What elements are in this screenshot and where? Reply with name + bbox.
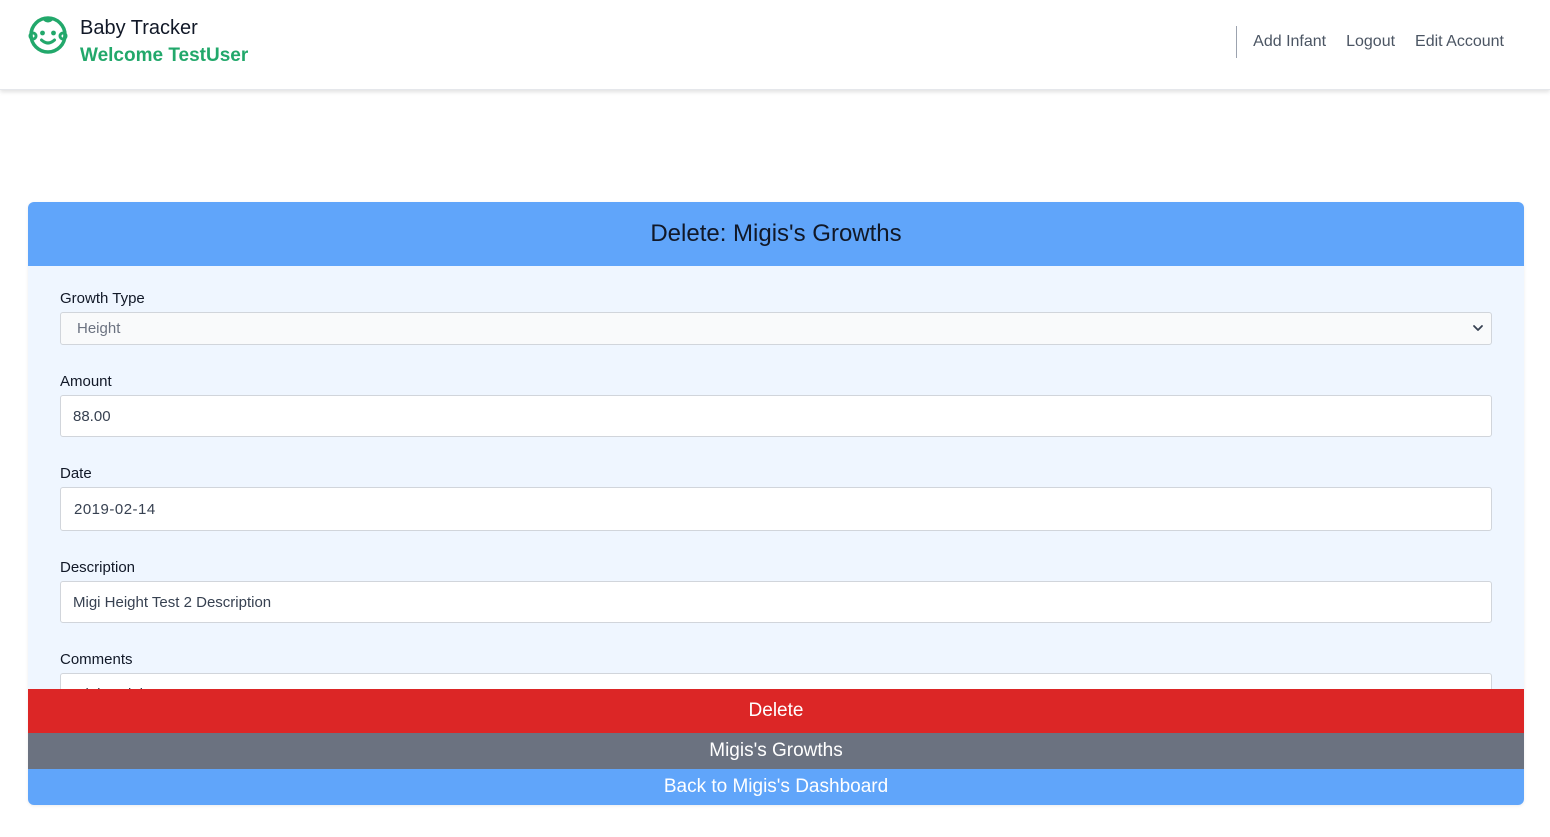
app-title: Baby Tracker bbox=[80, 17, 198, 39]
card-header: Delete: Migis's Growths bbox=[28, 202, 1524, 266]
delete-button[interactable]: Delete bbox=[28, 689, 1524, 733]
growth-type-select[interactable]: Height bbox=[60, 312, 1492, 345]
growth-type-field: Growth Type Height bbox=[60, 290, 1492, 345]
comments-label: Comments bbox=[60, 651, 133, 668]
delete-growth-card: Delete: Migis's Growths Growth Type Heig… bbox=[28, 202, 1524, 805]
growth-type-label: Growth Type bbox=[60, 290, 145, 307]
welcome-text: Welcome TestUser bbox=[80, 45, 249, 66]
page-title: Delete: Migis's Growths bbox=[650, 220, 902, 247]
nav-edit-account[interactable]: Edit Account bbox=[1415, 33, 1504, 51]
date-input[interactable]: 2019-02-14 bbox=[60, 487, 1492, 531]
growth-type-value: Height bbox=[60, 312, 1492, 345]
date-label: Date bbox=[60, 465, 92, 482]
date-field: Date 2019-02-14 bbox=[60, 465, 1492, 531]
description-label: Description bbox=[60, 559, 136, 576]
brand[interactable]: Baby Tracker Welcome TestUser bbox=[27, 14, 248, 70]
amount-field: Amount 88.00 bbox=[60, 373, 1492, 437]
top-header: Baby Tracker Welcome TestUser Add Infant… bbox=[0, 0, 1550, 90]
top-nav: Add Infant Logout Edit Account bbox=[1236, 26, 1504, 58]
nav-add-infant[interactable]: Add Infant bbox=[1253, 33, 1326, 51]
back-to-dashboard-button[interactable]: Back to Migis's Dashboard bbox=[28, 769, 1524, 805]
growth-form: Growth Type Height Amount 88.00 Date 201… bbox=[28, 266, 1524, 715]
growths-button[interactable]: Migis's Growths bbox=[28, 733, 1524, 769]
chevron-down-icon bbox=[1473, 325, 1483, 331]
amount-input[interactable]: 88.00 bbox=[60, 395, 1492, 437]
description-input[interactable]: Migi Height Test 2 Description bbox=[60, 581, 1492, 623]
description-field: Description Migi Height Test 2 Descripti… bbox=[60, 559, 1492, 623]
amount-label: Amount bbox=[60, 373, 112, 390]
nav-logout[interactable]: Logout bbox=[1346, 33, 1395, 51]
baby-face-icon bbox=[28, 16, 68, 54]
